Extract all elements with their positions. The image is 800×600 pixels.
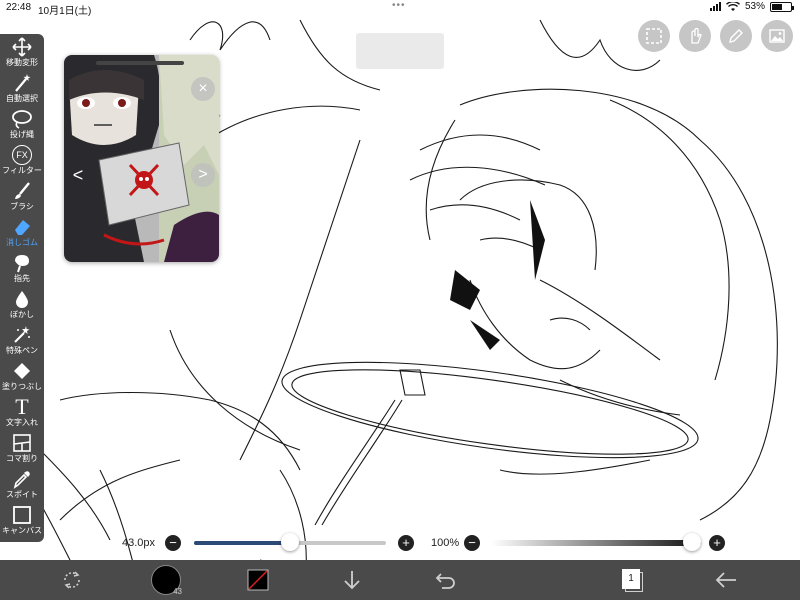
layer-count: 1 xyxy=(622,569,640,589)
brush-size-slider-handle[interactable] xyxy=(281,533,299,551)
tool-label: 指先 xyxy=(14,274,30,283)
pen-icon[interactable] xyxy=(720,20,752,52)
hand-icon[interactable] xyxy=(679,20,711,52)
selection-icon[interactable] xyxy=(638,20,670,52)
undo-icon[interactable] xyxy=(432,560,460,600)
brush-size-value: 43.0px xyxy=(122,537,156,549)
save-down-icon[interactable] xyxy=(338,560,366,600)
multitasking-dots-icon[interactable]: ••• xyxy=(392,0,406,11)
tool-label: スポイト xyxy=(6,490,38,499)
next-icon[interactable]: > xyxy=(191,163,215,187)
text-icon: T xyxy=(15,394,29,419)
close-icon[interactable]: × xyxy=(191,77,215,101)
move-transform-icon xyxy=(0,36,44,58)
blur-drop-icon xyxy=(0,288,44,310)
tool-eraser[interactable]: 消しゴム xyxy=(0,216,44,252)
cellular-signal-icon xyxy=(709,2,721,11)
tool-label: ぼかし xyxy=(10,310,34,319)
image-icon[interactable] xyxy=(761,20,793,52)
fx-icon-text: FX xyxy=(12,144,32,165)
frame-divider-icon xyxy=(0,432,44,454)
brush-size-increase-button[interactable]: + xyxy=(398,535,414,551)
status-bar: 22:48 10月1日(土) ••• 53% xyxy=(0,0,800,17)
tool-label: フィルター xyxy=(2,166,42,175)
eraser-icon xyxy=(0,216,44,238)
brush-size-decrease-button[interactable]: − xyxy=(165,535,181,551)
top-panel-placeholder xyxy=(356,33,444,69)
tool-label: 自動選択 xyxy=(6,94,38,103)
tool-label: 移動変形 xyxy=(6,58,38,67)
reference-window[interactable]: × < > xyxy=(64,55,219,262)
brush-icon xyxy=(0,180,44,202)
opacity-slider[interactable] xyxy=(491,540,701,546)
tool-label: 塗りつぶし xyxy=(1,382,43,391)
tool-canvas[interactable]: キャンバス xyxy=(0,504,44,540)
magic-wand-icon xyxy=(0,72,44,94)
tool-blur[interactable]: ぼかし xyxy=(0,288,44,324)
brush-size-icon[interactable]: 43 xyxy=(148,560,184,600)
tool-label: 特殊ペン xyxy=(6,346,38,355)
reference-window-drag-handle[interactable] xyxy=(96,61,184,65)
tool-label: コマ割り xyxy=(6,454,38,463)
tool-finger[interactable]: 指先 xyxy=(0,252,44,288)
tool-palette: 移動変形 自動選択 投げ縄 FX フィルター ブラシ 消しゴム 指先 ぼかし 特… xyxy=(0,34,44,542)
battery-percent: 53% xyxy=(744,1,765,12)
wifi-icon xyxy=(726,1,740,11)
bottom-bar: 43 1 xyxy=(0,560,800,600)
status-date: 10月1日(土) xyxy=(38,6,92,17)
battery-icon xyxy=(770,1,794,12)
previous-icon[interactable]: < xyxy=(66,163,90,187)
tool-special-pen[interactable]: 特殊ペン xyxy=(0,324,44,360)
tool-lasso[interactable]: 投げ縄 xyxy=(0,108,44,144)
brush-size-slider-fill xyxy=(194,541,290,545)
tool-label: 文字入れ xyxy=(6,418,38,427)
fx-icon: FX xyxy=(0,144,44,166)
special-pen-icon xyxy=(0,324,44,346)
tool-label: 消しゴム xyxy=(6,238,38,247)
opacity-slider-handle[interactable] xyxy=(683,533,701,551)
tool-frame-divider[interactable]: コマ割り xyxy=(0,432,44,468)
canvas-icon xyxy=(0,504,44,526)
brush-size-badge: 43 xyxy=(173,587,182,596)
finger-smudge-icon xyxy=(0,252,44,274)
tool-brush[interactable]: ブラシ xyxy=(0,180,44,216)
opacity-decrease-button[interactable]: − xyxy=(464,535,480,551)
lasso-icon xyxy=(0,108,44,130)
color-icon[interactable] xyxy=(244,560,272,600)
tool-auto-select[interactable]: 自動選択 xyxy=(0,72,44,108)
fill-bucket-icon xyxy=(0,360,44,382)
opacity-increase-button[interactable]: + xyxy=(709,535,725,551)
tool-text[interactable]: T 文字入れ xyxy=(0,396,44,432)
tool-fill[interactable]: 塗りつぶし xyxy=(0,360,44,396)
layers-icon[interactable]: 1 xyxy=(618,560,646,600)
tool-filter[interactable]: FX フィルター xyxy=(0,144,44,180)
eyedropper-icon xyxy=(0,468,44,490)
status-indicators: 53% xyxy=(709,1,794,12)
status-time: 22:48 xyxy=(6,2,32,13)
tool-label: 投げ縄 xyxy=(10,130,34,139)
tool-move-transform[interactable]: 移動変形 xyxy=(0,36,44,72)
tool-eyedropper[interactable]: スポイト xyxy=(0,468,44,504)
tool-label: ブラシ xyxy=(10,202,34,211)
transform-icon[interactable] xyxy=(56,560,88,600)
back-icon[interactable] xyxy=(712,560,740,600)
tool-label: キャンバス xyxy=(2,526,42,535)
opacity-value: 100% xyxy=(431,537,460,549)
